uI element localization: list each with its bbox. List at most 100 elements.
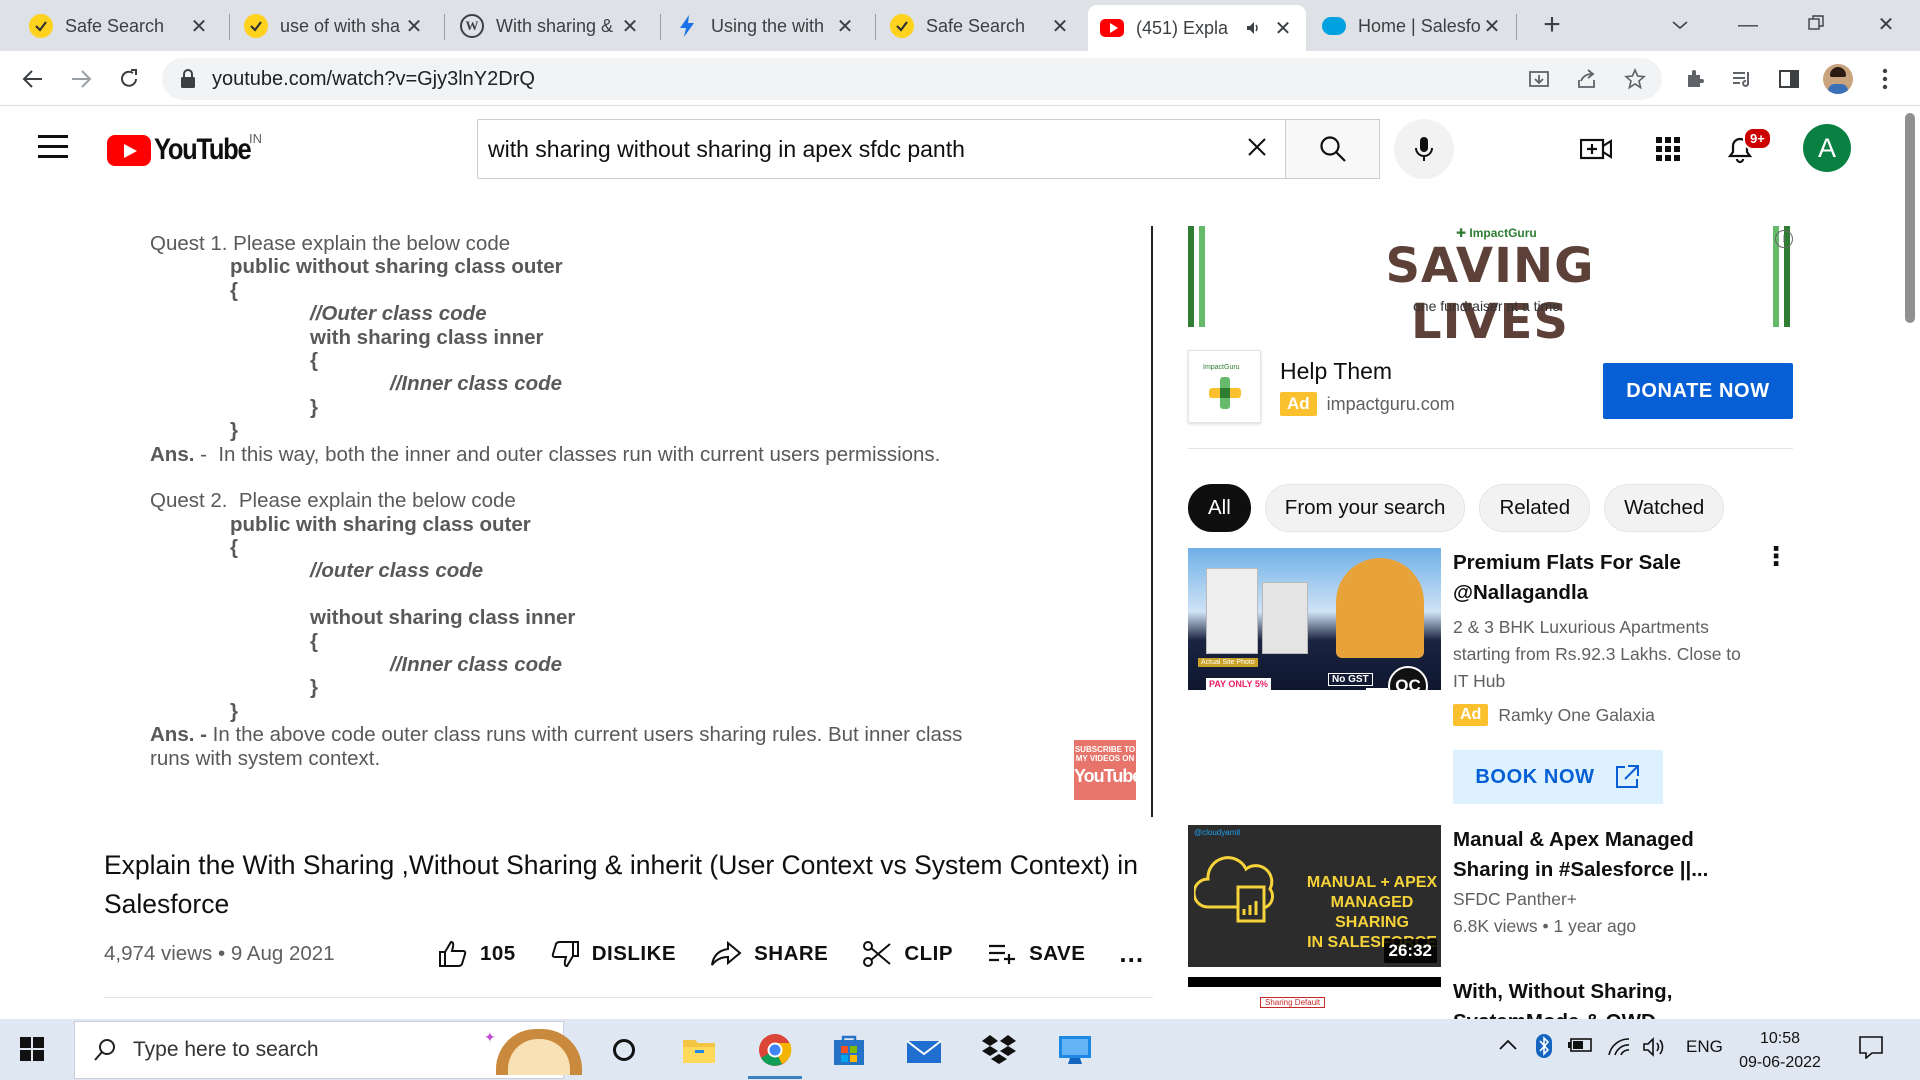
- account-avatar[interactable]: A: [1803, 124, 1851, 172]
- menu-hamburger-icon[interactable]: [38, 135, 68, 159]
- remote-desktop-icon[interactable]: [1054, 1029, 1096, 1071]
- tab-use-of-with-sharing[interactable]: use of with sha ✕: [232, 4, 437, 48]
- system-clock[interactable]: 10:58 09-06-2022: [1730, 1027, 1830, 1075]
- chip-related[interactable]: Related: [1479, 484, 1591, 532]
- tab-title: Safe Search: [926, 15, 1026, 36]
- share-label: SHARE: [754, 941, 829, 965]
- slide-line: }: [230, 419, 238, 443]
- dislike-button[interactable]: DISLIKE: [550, 940, 676, 968]
- scrollbar-thumb[interactable]: [1905, 113, 1915, 323]
- action-center-icon[interactable]: [1858, 1035, 1884, 1064]
- recommendation-title[interactable]: With, Without Sharing, SystemMode & OWD: [1453, 977, 1758, 1019]
- close-tab-icon[interactable]: ✕: [188, 14, 210, 39]
- bluetooth-icon[interactable]: [1535, 1033, 1553, 1064]
- windows-start-icon[interactable]: [20, 1037, 44, 1061]
- dropbox-icon[interactable]: [978, 1029, 1020, 1071]
- microsoft-store-icon[interactable]: [828, 1029, 870, 1071]
- close-tab-icon[interactable]: ✕: [834, 14, 856, 39]
- mail-icon[interactable]: [903, 1029, 945, 1071]
- close-window-button[interactable]: ✕: [1866, 8, 1906, 42]
- apps-grid-icon[interactable]: [1650, 131, 1686, 167]
- more-actions-button[interactable]: ...: [1119, 938, 1144, 969]
- search-input[interactable]: with sharing without sharing in apex sfd…: [477, 119, 1286, 179]
- recommendation-title[interactable]: Premium Flats For Sale @Nallagandla: [1453, 548, 1758, 608]
- extensions-icon[interactable]: [1680, 64, 1710, 94]
- battery-icon[interactable]: [1567, 1037, 1593, 1058]
- cortana-icon[interactable]: [603, 1029, 645, 1071]
- share-button[interactable]: SHARE: [710, 940, 829, 967]
- video-title: Explain the With Sharing ,Without Sharin…: [104, 850, 1138, 919]
- video-thumbnail[interactable]: @cloudyamit MANUAL + APEX MANAGED SHARIN…: [1188, 825, 1441, 967]
- slide-line: //outer class code: [310, 559, 484, 583]
- media-control-icon[interactable]: [1727, 64, 1757, 94]
- speaker-icon[interactable]: [1246, 20, 1262, 36]
- tab-safe-search-2[interactable]: Safe Search ✕: [878, 4, 1083, 48]
- close-tab-icon[interactable]: ✕: [1481, 14, 1503, 39]
- page-scrollbar[interactable]: [1900, 107, 1920, 1019]
- install-app-icon[interactable]: [1524, 64, 1554, 94]
- thumb-text: Actual Site Photo: [1198, 658, 1258, 667]
- back-button[interactable]: [16, 62, 50, 96]
- wifi-icon[interactable]: [1607, 1037, 1631, 1062]
- ad-thumbnail[interactable]: Actual Site Photo PAY ONLY 5% No GST OC …: [1188, 548, 1441, 690]
- browser-menu-icon[interactable]: [1870, 64, 1900, 94]
- clip-button[interactable]: CLIP: [862, 940, 953, 968]
- recommendation-video-with-without-sharing[interactable]: Sharing Default With, Without Sharing, S…: [1188, 977, 1793, 1019]
- clear-search-icon[interactable]: [1229, 132, 1285, 166]
- thumb-text: 3 BHK: [1312, 740, 1337, 749]
- recommendation-ad-premium-flats[interactable]: Actual Site Photo PAY ONLY 5% No GST OC …: [1188, 543, 1793, 818]
- tab-salesforce-home[interactable]: Home | Salesfo ✕: [1310, 4, 1515, 48]
- voice-search-button[interactable]: [1394, 119, 1454, 179]
- tab-with-sharing-wordpress[interactable]: W With sharing & ✕: [448, 4, 653, 48]
- side-panel-icon[interactable]: [1774, 64, 1804, 94]
- channel-name[interactable]: SFDC Panther+: [1453, 889, 1577, 910]
- tab-youtube-active[interactable]: (451) Expla ✕: [1088, 5, 1306, 51]
- forward-button[interactable]: [64, 62, 98, 96]
- video-player[interactable]: Quest 1. Please explain the below code pu…: [104, 226, 1153, 817]
- lock-icon[interactable]: [180, 69, 196, 89]
- tab-using-the-with[interactable]: Using the with ✕: [663, 4, 868, 48]
- thumbs-up-icon: [439, 940, 467, 967]
- show-hidden-icons-chevron[interactable]: [1498, 1037, 1518, 1057]
- minimize-button[interactable]: —: [1728, 8, 1768, 42]
- search-query-text: with sharing without sharing in apex sfd…: [488, 135, 965, 162]
- new-tab-button[interactable]: +: [1535, 8, 1569, 42]
- ad-info-icon[interactable]: i: [1775, 230, 1793, 248]
- bookmark-star-icon[interactable]: [1620, 64, 1650, 94]
- chip-watched[interactable]: Watched: [1604, 484, 1725, 532]
- file-explorer-icon[interactable]: [678, 1029, 720, 1071]
- url-text: youtube.com/watch?v=Gjy3lnY2DrQ: [212, 67, 535, 90]
- share-page-icon[interactable]: [1572, 64, 1602, 94]
- more-options-icon[interactable]: ⋮: [1763, 543, 1789, 569]
- like-button[interactable]: 105: [438, 940, 516, 968]
- close-tab-icon[interactable]: ✕: [619, 14, 641, 39]
- close-tab-icon[interactable]: ✕: [1272, 16, 1294, 41]
- slide-line: public without sharing class outer: [230, 255, 563, 279]
- close-tab-icon[interactable]: ✕: [1049, 14, 1071, 39]
- reload-button[interactable]: [112, 62, 146, 96]
- video-thumbnail[interactable]: Sharing Default: [1188, 977, 1441, 1019]
- video-duration: 26:32: [1383, 939, 1437, 963]
- create-video-icon[interactable]: [1578, 131, 1614, 167]
- chip-from-your-search[interactable]: From your search: [1264, 484, 1466, 532]
- profile-avatar-icon[interactable]: [1823, 64, 1853, 94]
- close-tab-icon[interactable]: ✕: [403, 14, 425, 39]
- chip-all[interactable]: All: [1188, 484, 1251, 532]
- restore-button[interactable]: [1796, 8, 1836, 42]
- subscribe-watermark[interactable]: SUBSCRIBE TO MY VIDEOS ON YouTube: [1074, 740, 1142, 800]
- search-button[interactable]: [1285, 119, 1380, 179]
- address-bar[interactable]: youtube.com/watch?v=Gjy3lnY2DrQ: [162, 58, 1662, 100]
- tab-search-chevron-icon[interactable]: [1660, 8, 1700, 42]
- tab-safe-search-1[interactable]: Safe Search ✕: [17, 4, 222, 48]
- donate-now-button[interactable]: DONATE NOW: [1603, 363, 1793, 419]
- impactguru-banner-ad[interactable]: ✚ ImpactGuru SAVING LIVES one fundraiser…: [1188, 226, 1793, 350]
- recommendation-title[interactable]: Manual & Apex Managed Sharing in #Salesf…: [1453, 825, 1758, 885]
- youtube-logo[interactable]: YouTube IN: [107, 131, 267, 167]
- book-now-button[interactable]: BOOK NOW: [1453, 750, 1663, 804]
- input-language[interactable]: ENG: [1686, 1037, 1723, 1057]
- save-button[interactable]: SAVE: [987, 942, 1085, 966]
- recommendation-video-manual-apex-sharing[interactable]: @cloudyamit MANUAL + APEX MANAGED SHARIN…: [1188, 825, 1793, 967]
- volume-icon[interactable]: [1642, 1037, 1668, 1062]
- couple-photo: [1336, 558, 1424, 658]
- chrome-taskbar-icon[interactable]: [754, 1029, 796, 1071]
